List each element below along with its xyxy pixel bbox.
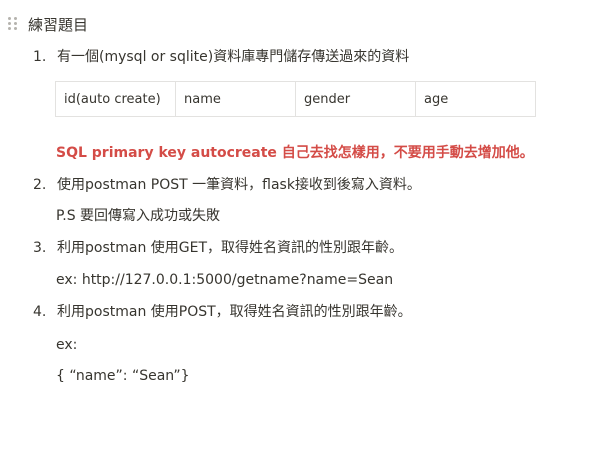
table-row: id(auto create) name gender age bbox=[55, 81, 536, 117]
table-cell-name[interactable]: name bbox=[175, 81, 296, 117]
list-item-text: 使用postman POST 一筆資料，flask接收到後寫入資料。 bbox=[57, 177, 421, 193]
item-2-detail: P.S 要回傳寫入成功或失敗 bbox=[56, 208, 221, 224]
fields-table: id(auto create) name gender age bbox=[55, 81, 536, 117]
list-number: 4. bbox=[33, 304, 47, 320]
item-4-detail-line2: { “name”: “Sean”} bbox=[56, 368, 190, 384]
list-number: 1. bbox=[33, 49, 47, 65]
list-item-3: 3. 利用postman 使用GET，取得姓名資訊的性別跟年齡。 bbox=[33, 238, 403, 258]
item-4-detail-line1: ex: bbox=[56, 337, 78, 353]
warning-note: SQL primary key autocreate 自己去找怎樣用，不要用手動… bbox=[56, 145, 534, 161]
table-cell-age[interactable]: age bbox=[415, 81, 536, 117]
list-item-4: 4. 利用postman 使用POST，取得姓名資訊的性別跟年齡。 bbox=[33, 302, 412, 322]
toggle-heading[interactable]: 練習題目 bbox=[8, 12, 88, 36]
list-item-2: 2. 使用postman POST 一筆資料，flask接收到後寫入資料。 bbox=[33, 175, 421, 195]
drag-handle-icon[interactable] bbox=[8, 16, 20, 33]
list-item-text: 有一個(mysql or sqlite)資料庫專門儲存傳送過來的資料 bbox=[57, 49, 410, 65]
item-3-detail: ex: http://127.0.0.1:5000/getname?name=S… bbox=[56, 272, 394, 288]
list-number: 3. bbox=[33, 240, 47, 256]
table-cell-gender[interactable]: gender bbox=[295, 81, 416, 117]
table-cell-id[interactable]: id(auto create) bbox=[55, 81, 176, 117]
list-item-1: 1. 有一個(mysql or sqlite)資料庫專門儲存傳送過來的資料 bbox=[33, 47, 409, 67]
list-item-text: 利用postman 使用POST，取得姓名資訊的性別跟年齡。 bbox=[57, 304, 412, 320]
list-number: 2. bbox=[33, 177, 47, 193]
list-item-text: 利用postman 使用GET，取得姓名資訊的性別跟年齡。 bbox=[57, 240, 404, 256]
heading-title: 練習題目 bbox=[28, 15, 89, 34]
